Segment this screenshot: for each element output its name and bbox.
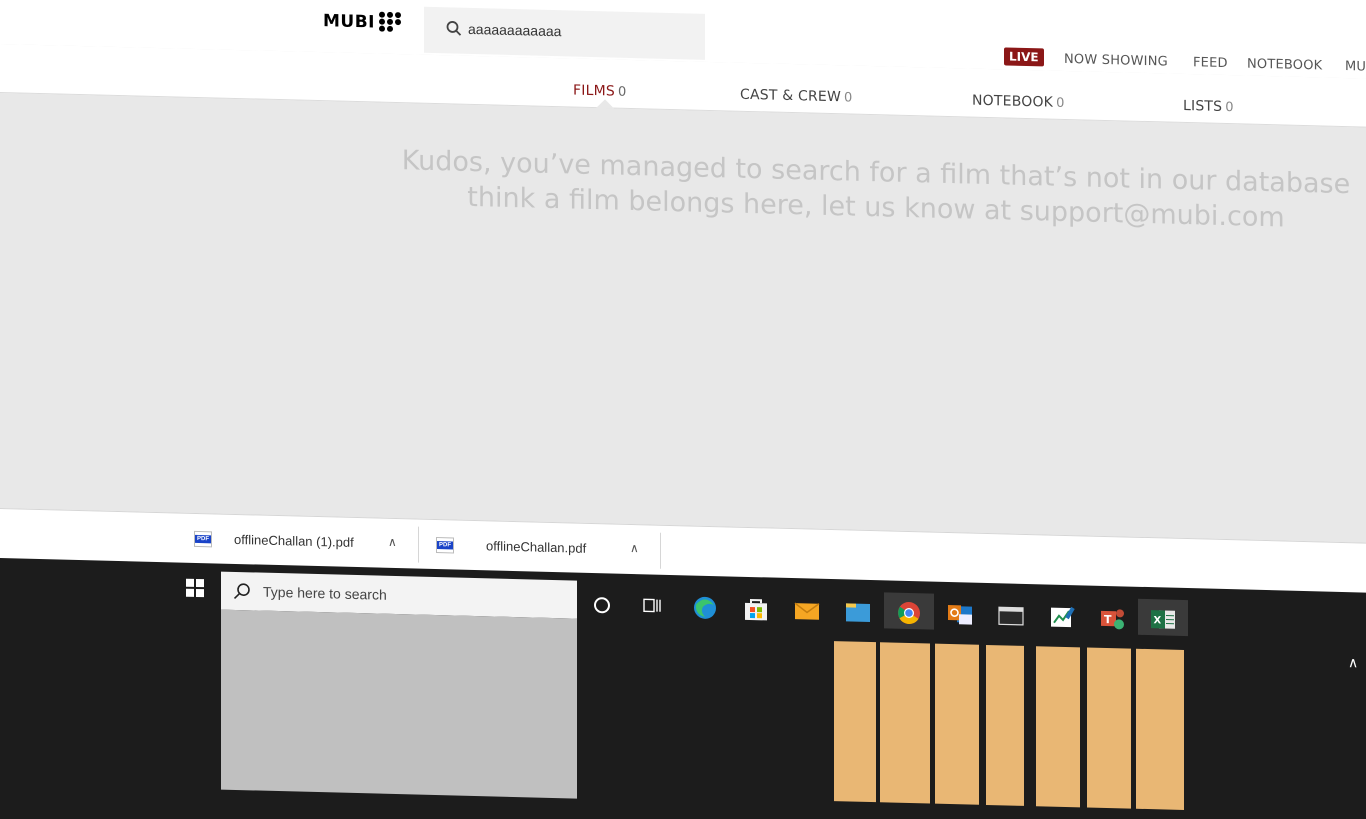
store-icon[interactable] <box>743 597 769 622</box>
app-indicator <box>1087 648 1131 809</box>
teams-icon[interactable]: T <box>1100 606 1126 631</box>
download-filename: offlineChallan (1).pdf <box>234 532 354 550</box>
app-indicator <box>1136 649 1184 810</box>
download-item[interactable]: PDF offlineChallan (1).pdf ∧ <box>180 514 418 570</box>
download-filename: offlineChallan.pdf <box>486 538 586 556</box>
screen: MUBI aaaaaaaaaaaa LIVE NOW SHOWING FEED … <box>0 0 1366 803</box>
chevron-up-icon[interactable]: ∧ <box>630 541 639 555</box>
chevron-up-icon[interactable]: ∧ <box>388 535 397 549</box>
svg-text:T: T <box>1104 613 1112 626</box>
tab-label: FILMS <box>573 83 615 100</box>
browser-page: MUBI aaaaaaaaaaaa LIVE NOW SHOWING FEED … <box>0 0 1366 592</box>
cortana-icon[interactable] <box>594 597 610 613</box>
mail-icon[interactable] <box>794 598 820 623</box>
file-explorer-icon[interactable] <box>845 599 871 624</box>
tab-label: LISTS <box>1183 98 1222 115</box>
pdf-icon: PDF <box>436 537 454 553</box>
tab-lists[interactable]: LISTS0 <box>1183 98 1234 115</box>
terminal-icon[interactable] <box>998 603 1024 628</box>
tab-notebook[interactable]: NOTEBOOK0 <box>972 93 1065 111</box>
app-indicator <box>880 642 930 803</box>
mubi-dots-icon <box>379 12 403 33</box>
chrome-icon[interactable] <box>896 601 922 626</box>
search-icon <box>233 582 251 600</box>
nav-now-showing[interactable]: NOW SHOWING <box>1064 52 1168 70</box>
taskbar-search-placeholder: Type here to search <box>263 584 387 603</box>
app-indicator <box>986 645 1024 806</box>
tab-count: 0 <box>1225 100 1233 115</box>
tab-cast-crew[interactable]: CAST & CREW0 <box>740 87 852 106</box>
search-icon <box>446 20 462 36</box>
pdf-icon: PDF <box>194 531 212 547</box>
download-divider <box>418 527 419 563</box>
search-value: aaaaaaaaaaaa <box>468 21 561 39</box>
tab-count: 0 <box>618 85 626 100</box>
windows-start-icon[interactable] <box>186 579 204 597</box>
app-indicator <box>1036 646 1080 807</box>
tab-films[interactable]: FILMS0 <box>573 83 626 100</box>
live-badge[interactable]: LIVE <box>1004 47 1044 66</box>
outlook-icon[interactable] <box>947 602 973 627</box>
tab-count: 0 <box>844 90 852 105</box>
nav-feed[interactable]: FEED <box>1193 55 1228 71</box>
download-item[interactable]: PDF offlineChallan.pdf ∧ <box>420 520 658 576</box>
download-divider <box>660 533 661 569</box>
nav-mubi-go[interactable]: MU <box>1345 59 1366 75</box>
mubi-logo[interactable]: MUBI <box>323 11 375 32</box>
tab-count: 0 <box>1056 96 1064 111</box>
active-tab-caret <box>596 99 614 108</box>
svg-text:X: X <box>1154 615 1162 626</box>
nav-notebook[interactable]: NOTEBOOK <box>1247 57 1322 74</box>
no-results-message: Kudos, you’ve managed to search for a fi… <box>326 141 1366 239</box>
search-panel-background <box>221 610 577 799</box>
tab-label: CAST & CREW <box>740 87 841 106</box>
app-indicator <box>834 641 876 802</box>
excel-icon[interactable]: X <box>1150 607 1176 632</box>
show-hidden-icons-chevron-icon[interactable]: ∧ <box>1348 654 1358 671</box>
edge-icon[interactable] <box>692 596 718 621</box>
site-search-input[interactable]: aaaaaaaaaaaa <box>424 7 705 60</box>
windows-taskbar: Type here to search <box>0 558 1366 813</box>
whiteboard-icon[interactable] <box>1049 605 1075 630</box>
task-view-icon[interactable] <box>643 598 661 612</box>
app-indicator <box>935 644 979 805</box>
tab-label: NOTEBOOK <box>972 93 1053 111</box>
